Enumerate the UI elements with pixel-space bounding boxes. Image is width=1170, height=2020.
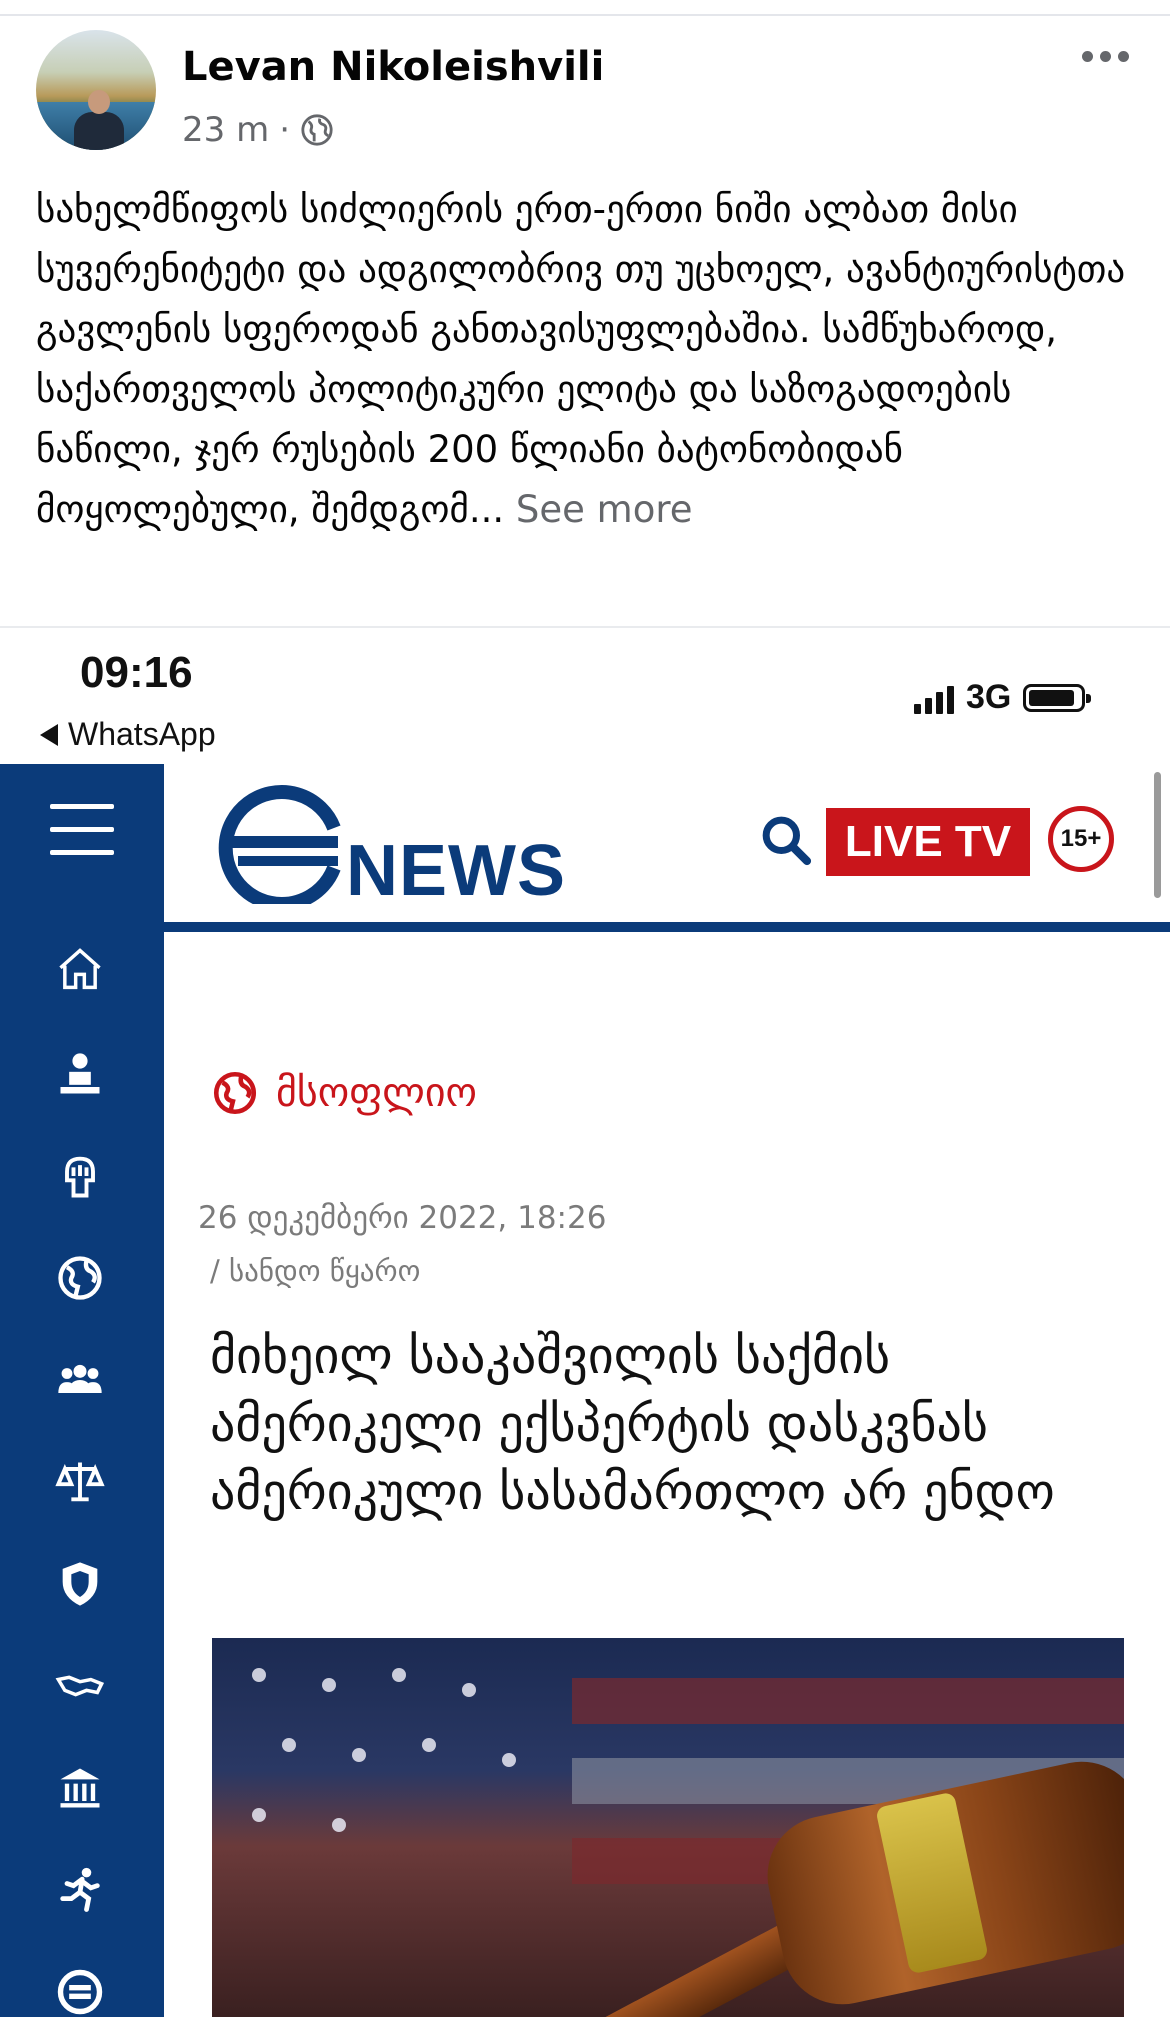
article-source: / სანდო წყარო — [210, 1254, 421, 1288]
shield-icon[interactable] — [52, 1556, 108, 1612]
georgia-map-icon[interactable] — [52, 1658, 108, 1714]
feed-top-divider — [0, 14, 1170, 16]
network-type: 3G — [966, 678, 1012, 716]
battery-icon — [1023, 683, 1092, 712]
post-options-icon[interactable] — [1082, 46, 1138, 66]
meta-separator: · — [279, 110, 291, 150]
post-divider — [0, 626, 1170, 628]
running-icon[interactable] — [52, 1862, 108, 1918]
header-divider — [164, 922, 1170, 932]
fist-icon[interactable] — [52, 1148, 108, 1204]
see-more-link[interactable]: See more — [516, 488, 693, 531]
site-logo-text[interactable]: NEWS — [346, 830, 566, 912]
status-indicators: 3G — [914, 678, 1092, 717]
back-app-label: WhatsApp — [68, 716, 216, 752]
page-scrollbar[interactable] — [1154, 772, 1161, 898]
live-tv-button[interactable]: LIVE TV — [826, 808, 1030, 876]
home-icon[interactable] — [52, 942, 108, 998]
article-image[interactable] — [212, 1638, 1124, 2017]
person-podium-icon[interactable] — [52, 1046, 108, 1102]
status-time: 09:16 — [80, 648, 193, 697]
channel-logo-icon[interactable] — [52, 1964, 108, 2020]
post-text: სახელმწიფოს სიძლიერის ერთ-ერთი ნიში ალბა… — [36, 180, 1146, 540]
article-category[interactable]: მსოფლიო — [210, 1068, 477, 1118]
site-sidebar — [0, 764, 164, 2017]
article-headline[interactable]: მიხეილ სააკაშვილის საქმის ამერიკელი ექსპ… — [210, 1322, 1150, 1526]
post-time[interactable]: 23 m — [182, 110, 269, 150]
group-icon[interactable] — [52, 1352, 108, 1408]
category-globe-icon — [213, 1071, 257, 1115]
age-rating-badge: 15+ — [1048, 806, 1114, 872]
post-meta: 23 m · — [182, 110, 334, 150]
article-date: 26 დეკემბერი 2022, 18:26 — [198, 1200, 607, 1236]
post-body: სახელმწიფოს სიძლიერის ერთ-ერთი ნიში ალბა… — [36, 188, 1126, 531]
signal-icon — [914, 682, 954, 714]
scales-icon[interactable] — [52, 1454, 108, 1510]
public-globe-icon — [301, 114, 333, 146]
author-name[interactable]: Levan Nikoleishvili — [182, 44, 604, 90]
search-icon[interactable] — [758, 812, 814, 868]
menu-icon[interactable] — [50, 804, 114, 873]
author-avatar[interactable] — [36, 30, 156, 150]
museum-icon[interactable] — [52, 1760, 108, 1816]
back-to-app[interactable]: WhatsApp — [40, 716, 216, 753]
globe-icon[interactable] — [52, 1250, 108, 1306]
back-arrow-icon — [40, 723, 58, 746]
category-label[interactable]: მსოფლიო — [276, 1070, 477, 1116]
